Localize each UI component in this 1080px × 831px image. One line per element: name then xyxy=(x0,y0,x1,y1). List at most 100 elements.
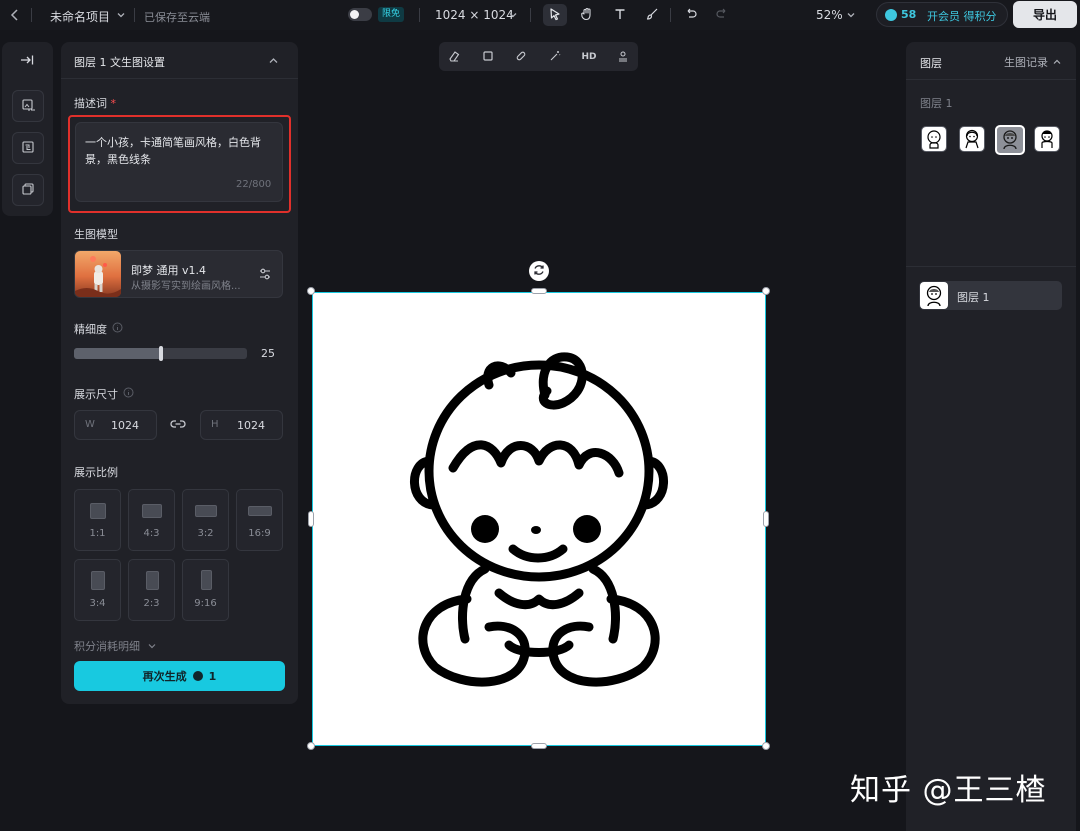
chevron-down-icon[interactable] xyxy=(116,9,126,23)
redo-icon xyxy=(715,7,729,24)
ratio-option-3-4[interactable]: 3:4 xyxy=(74,559,121,621)
rotate-handle[interactable] xyxy=(529,261,549,281)
magic-wand-button[interactable] xyxy=(547,49,563,65)
layers-stack-button[interactable] xyxy=(12,174,44,206)
ratio-label: 展示比例 xyxy=(74,466,118,479)
layer-item[interactable]: 图层 1 xyxy=(919,281,1062,310)
info-icon xyxy=(112,322,123,336)
layers-panel xyxy=(906,42,1076,831)
resize-handle-bottom-right[interactable] xyxy=(762,742,770,750)
detail-slider-fill xyxy=(74,348,161,359)
ratio-option-2-3[interactable]: 2:3 xyxy=(128,559,175,621)
baby-line-drawing xyxy=(410,352,668,687)
layer-thumbnail xyxy=(920,282,948,309)
history-label: 生图记录 xyxy=(1004,56,1048,69)
regenerate-cost: 1 xyxy=(208,669,217,683)
ratio-option-label: 16:9 xyxy=(248,528,271,539)
detail-slider-handle[interactable] xyxy=(159,346,163,361)
regenerate-label: 再次生成 xyxy=(142,670,187,683)
add-image-button[interactable] xyxy=(12,90,44,122)
bandage-icon xyxy=(515,50,527,65)
width-value: 1024 xyxy=(111,419,139,432)
regenerate-button[interactable]: 再次生成 1 xyxy=(74,661,285,691)
canvas-toolbar: HD xyxy=(439,42,638,71)
prompt-label-text: 描述词 xyxy=(74,97,107,110)
resize-handle-right[interactable] xyxy=(763,511,769,527)
frame-icon xyxy=(482,50,494,65)
ratio-option-4-3[interactable]: 4:3 xyxy=(128,489,175,551)
credits-vip-button[interactable]: 58 开会员 得积分 xyxy=(876,2,1008,27)
detail-value: 25 xyxy=(261,347,275,360)
crop-tool-button[interactable] xyxy=(480,49,496,65)
credit-count: 58 xyxy=(901,8,917,21)
cost-details-toggle[interactable]: 积分消耗明细 xyxy=(74,638,157,654)
image-to-image-button[interactable] xyxy=(12,132,44,164)
save-status: 已保存至云端 xyxy=(144,11,210,24)
resize-handle-top-left[interactable] xyxy=(307,287,315,295)
link-ratio-icon[interactable] xyxy=(170,418,186,433)
adjust-icon xyxy=(617,50,629,65)
eraser-tool-button[interactable] xyxy=(446,49,462,65)
select-tool-button[interactable] xyxy=(543,4,567,26)
back-icon[interactable] xyxy=(9,8,21,22)
canvas-size-selector[interactable]: 1024 × 1024 xyxy=(435,8,514,22)
ratio-option-1-1[interactable]: 1:1 xyxy=(74,489,121,551)
width-input[interactable]: W 1024 xyxy=(74,410,157,440)
ratio-option-label: 3:2 xyxy=(197,528,214,539)
history-thumbnail[interactable] xyxy=(1034,126,1060,152)
hand-icon xyxy=(580,7,594,24)
model-label: 生图模型 xyxy=(74,228,118,241)
hd-upscale-button[interactable]: HD xyxy=(581,49,597,65)
history-thumbnail[interactable] xyxy=(921,126,947,152)
chevron-down-icon[interactable] xyxy=(846,9,856,23)
ratio-option-label: 1:1 xyxy=(89,528,106,539)
chevron-up-icon[interactable] xyxy=(268,55,279,69)
resize-handle-top-right[interactable] xyxy=(762,287,770,295)
ratio-option-label: 3:4 xyxy=(89,598,106,609)
export-button[interactable]: 导出 xyxy=(1013,1,1077,28)
expand-panel-icon[interactable] xyxy=(20,54,34,69)
model-name: 即梦 通用 v1.4 xyxy=(131,264,206,277)
cursor-arrow-icon xyxy=(548,7,562,24)
vip-label: 开会员 得积分 xyxy=(927,10,997,23)
brush-icon xyxy=(645,7,659,24)
height-prefix: H xyxy=(211,419,219,430)
ratio-option-9-16[interactable]: 9:16 xyxy=(182,559,229,621)
panel-header-divider xyxy=(61,78,298,79)
project-name[interactable]: 未命名项目 xyxy=(50,8,110,25)
chevron-up-icon xyxy=(1052,57,1062,70)
layers-icon xyxy=(21,182,35,199)
repair-tool-button[interactable] xyxy=(513,49,529,65)
history-thumbnail[interactable] xyxy=(959,126,985,152)
free-mode-toggle[interactable] xyxy=(348,8,372,21)
zoom-level[interactable]: 52% xyxy=(816,8,843,22)
canvas-image[interactable] xyxy=(312,292,766,746)
divider xyxy=(530,8,531,22)
resize-handle-left[interactable] xyxy=(308,511,314,527)
brush-tool-button[interactable] xyxy=(640,4,664,26)
resize-handle-bottom[interactable] xyxy=(531,743,547,749)
resize-handle-top[interactable] xyxy=(531,288,547,294)
magic-wand-icon xyxy=(549,50,561,65)
panel-title: 图层 1 文生图设置 xyxy=(74,56,165,69)
divider xyxy=(670,8,671,22)
highlight-frame xyxy=(68,115,291,213)
chevron-down-icon[interactable] xyxy=(508,9,518,23)
ratio-option-16-9[interactable]: 16:9 xyxy=(236,489,283,551)
history-toggle[interactable]: 生图记录 xyxy=(1004,54,1062,70)
ratio-option-3-2[interactable]: 3:2 xyxy=(182,489,229,551)
resize-handle-bottom-left[interactable] xyxy=(307,742,315,750)
hand-tool-button[interactable] xyxy=(575,4,599,26)
height-input[interactable]: H 1024 xyxy=(200,410,283,440)
text-tool-button[interactable] xyxy=(608,4,632,26)
adjust-tool-button[interactable] xyxy=(615,49,631,65)
width-prefix: W xyxy=(85,419,95,430)
history-thumbnail-selected[interactable] xyxy=(995,125,1025,155)
layer-name: 图层 1 xyxy=(957,291,990,304)
undo-button[interactable] xyxy=(679,4,703,26)
layers-title: 图层 xyxy=(920,57,942,70)
redo-button[interactable] xyxy=(710,4,734,26)
credit-coin-icon xyxy=(192,671,203,681)
sliders-icon[interactable] xyxy=(258,267,272,284)
rotate-icon xyxy=(532,263,546,280)
